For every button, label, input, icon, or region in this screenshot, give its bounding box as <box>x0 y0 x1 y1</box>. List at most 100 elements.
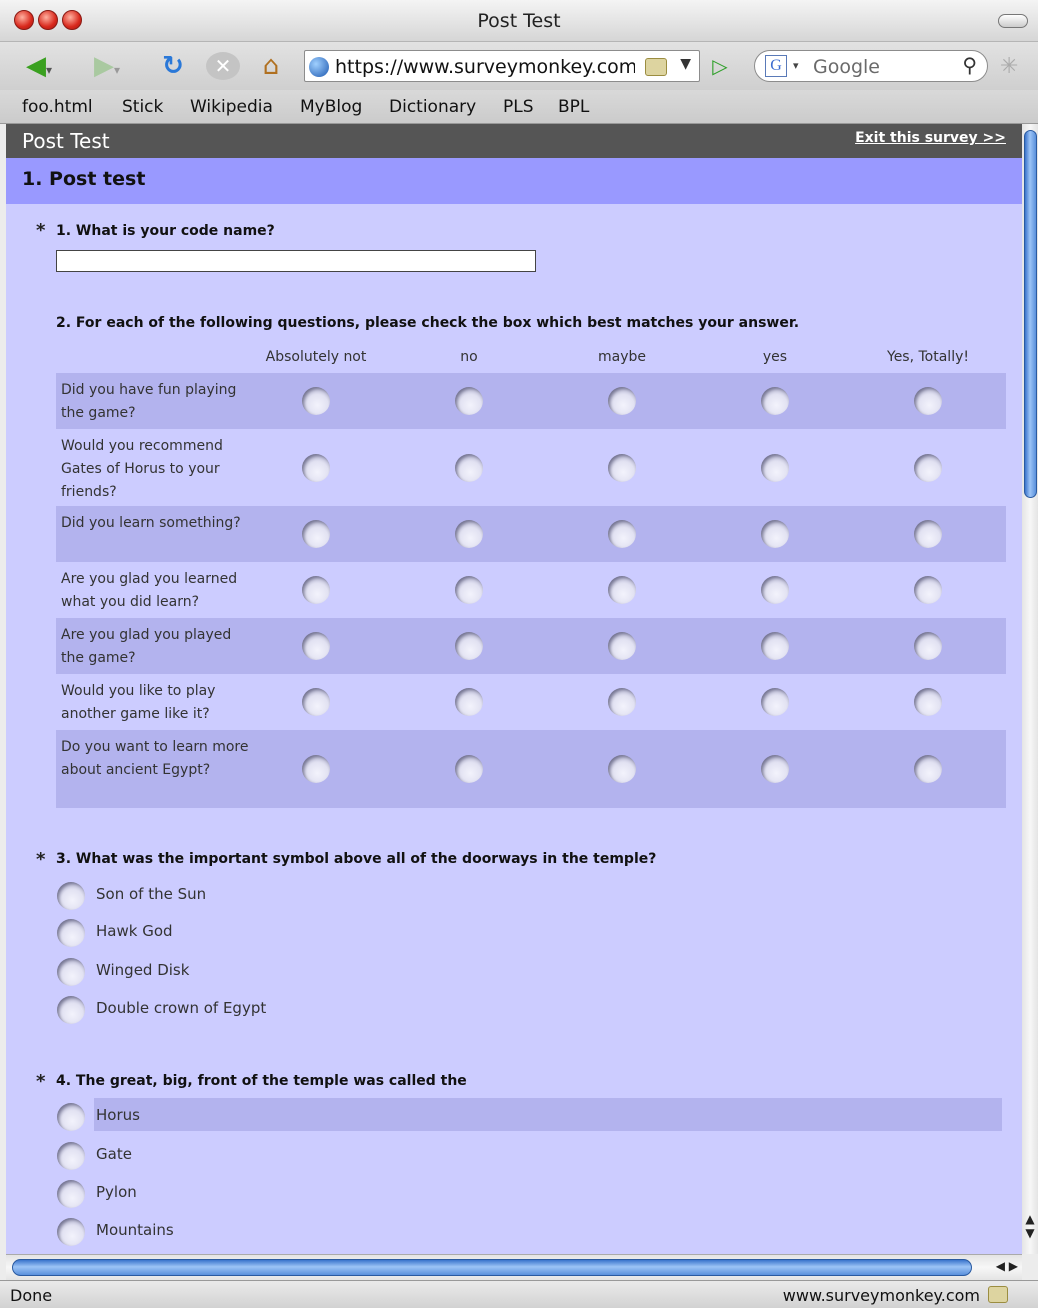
matrix-radio-button[interactable] <box>761 576 789 604</box>
matrix-radio-button[interactable] <box>608 453 636 482</box>
q3-option-label[interactable]: Son of the Sun <box>96 885 206 903</box>
survey-header: Post Test Exit this survey >> <box>6 124 1022 158</box>
lock-icon[interactable] <box>645 58 667 76</box>
bookmark-dictionary[interactable]: Dictionary <box>389 97 476 117</box>
q3-option-label[interactable]: Winged Disk <box>96 961 189 979</box>
matrix-radio-button[interactable] <box>761 632 789 660</box>
forward-arrow-icon[interactable]: ▶▾ <box>82 50 132 82</box>
q4-option-label[interactable]: Horus <box>96 1106 140 1124</box>
status-text: Done <box>10 1286 53 1305</box>
status-bar: Done www.surveymonkey.com <box>0 1280 1038 1308</box>
q4-option-label[interactable]: Pylon <box>96 1183 137 1201</box>
google-icon[interactable]: G <box>765 55 787 77</box>
back-arrow-icon[interactable]: ◀▾ <box>14 50 64 82</box>
toolbar-toggle-button[interactable] <box>998 14 1028 28</box>
q3-option-label[interactable]: Double crown of Egypt <box>96 999 266 1017</box>
matrix-radio-button[interactable] <box>608 387 636 415</box>
matrix-radio-button[interactable] <box>914 632 942 660</box>
matrix-radio-button[interactable] <box>761 387 789 415</box>
search-field[interactable]: G ▾ Google ⚲ <box>754 50 988 82</box>
q4-option-radio[interactable] <box>57 1180 85 1208</box>
matrix-radio-button[interactable] <box>608 520 636 548</box>
question-3-text: 3. What was the important symbol above a… <box>56 851 657 867</box>
url-dropdown-icon[interactable]: ▼ <box>680 56 691 72</box>
q3-option-label[interactable]: Hawk God <box>96 922 173 940</box>
matrix-radio-button[interactable] <box>302 387 330 415</box>
scroll-arrows-icon[interactable]: ▲ ▼ <box>1022 1212 1038 1240</box>
go-arrow-icon[interactable]: ▷ <box>706 54 734 78</box>
vertical-scroll-thumb[interactable] <box>1024 130 1037 498</box>
lock-icon[interactable] <box>988 1286 1008 1303</box>
q3-option-radio[interactable] <box>57 996 85 1024</box>
horizontal-scroll-arrows-icon[interactable]: ◀ ▶ <box>996 1259 1018 1273</box>
url-bar[interactable]: https://www.surveymonkey.com/s ▼ <box>304 50 700 82</box>
magnifier-icon[interactable]: ⚲ <box>962 53 977 77</box>
matrix-column-header: yes <box>762 349 788 365</box>
q4-option-radio[interactable] <box>57 1218 85 1246</box>
matrix-radio-button[interactable] <box>455 688 483 716</box>
url-text[interactable]: https://www.surveymonkey.com/s <box>335 56 635 78</box>
code-name-input[interactable] <box>56 250 536 272</box>
matrix-radio-button[interactable] <box>914 387 942 415</box>
q4-option-radio[interactable] <box>57 1142 85 1170</box>
matrix-row-label: Are you glad you learned what you did le… <box>61 571 238 610</box>
matrix-radio-button[interactable] <box>455 387 483 415</box>
bookmark-pls[interactable]: PLS <box>503 97 534 117</box>
matrix-radio-button[interactable] <box>302 632 330 660</box>
matrix-row: Would you like to play another game like… <box>56 674 1006 730</box>
stop-icon[interactable]: ✕ <box>206 52 240 80</box>
q3-option-radio[interactable] <box>57 919 85 947</box>
q4-option-radio[interactable] <box>57 1103 85 1131</box>
matrix-radio-button[interactable] <box>455 453 483 482</box>
matrix-radio-button[interactable] <box>608 688 636 716</box>
reload-icon[interactable]: ↻ <box>156 50 190 82</box>
survey-title: Post Test <box>22 129 110 153</box>
bookmark-stick[interactable]: Stick <box>122 97 163 117</box>
matrix-radio-button[interactable] <box>761 453 789 482</box>
matrix-row-label: Do you want to learn more about ancient … <box>61 739 249 778</box>
page-title: 1. Post test <box>22 168 146 190</box>
matrix-radio-button[interactable] <box>302 755 330 783</box>
matrix-radio-button[interactable] <box>302 520 330 548</box>
bookmark-wikipedia[interactable]: Wikipedia <box>190 97 273 117</box>
matrix-radio-button[interactable] <box>761 755 789 783</box>
matrix-radio-button[interactable] <box>302 576 330 604</box>
matrix-radio-button[interactable] <box>608 755 636 783</box>
matrix-radio-button[interactable] <box>302 688 330 716</box>
bookmark-myblog[interactable]: MyBlog <box>300 97 362 117</box>
spinner-icon: ✳ <box>1000 54 1019 79</box>
matrix-radio-button[interactable] <box>914 520 942 548</box>
matrix-radio-button[interactable] <box>455 755 483 783</box>
matrix-row: Are you glad you played the game? <box>56 618 1006 674</box>
matrix-radio-button[interactable] <box>761 688 789 716</box>
matrix-radio-button[interactable] <box>302 453 330 482</box>
matrix-radio-button[interactable] <box>608 632 636 660</box>
matrix-radio-button[interactable] <box>455 576 483 604</box>
matrix-radio-button[interactable] <box>914 688 942 716</box>
hovered-option-highlight <box>94 1098 1002 1131</box>
bookmark-foo[interactable]: foo.html <box>22 97 93 117</box>
matrix-radio-button[interactable] <box>914 576 942 604</box>
matrix-radio-button[interactable] <box>608 576 636 604</box>
search-engine-dropdown-icon[interactable]: ▾ <box>793 59 799 72</box>
bookmark-bpl[interactable]: BPL <box>558 97 589 117</box>
matrix-radio-button[interactable] <box>455 520 483 548</box>
question-4-text: 4. The great, big, front of the temple w… <box>56 1073 467 1089</box>
vertical-scrollbar[interactable] <box>1022 124 1038 1254</box>
home-icon[interactable]: ⌂ <box>254 50 288 82</box>
matrix-row: Did you learn something? <box>56 506 1006 562</box>
matrix-radio-button[interactable] <box>914 453 942 482</box>
q4-option-label[interactable]: Mountains <box>96 1221 174 1239</box>
matrix-radio-button[interactable] <box>455 632 483 660</box>
matrix-row: Do you want to learn more about ancient … <box>56 730 1006 808</box>
horizontal-scroll-thumb[interactable] <box>12 1259 972 1276</box>
q4-option-label[interactable]: Gate <box>96 1145 132 1163</box>
exit-survey-link[interactable]: Exit this survey >> <box>855 130 1006 146</box>
q3-option-radio[interactable] <box>57 882 85 910</box>
matrix-radio-button[interactable] <box>761 520 789 548</box>
horizontal-scrollbar[interactable]: ◀ ▶ <box>6 1254 1022 1280</box>
required-marker: * <box>36 849 46 870</box>
matrix-radio-button[interactable] <box>914 755 942 783</box>
search-placeholder[interactable]: Google <box>813 56 880 78</box>
q3-option-radio[interactable] <box>57 958 85 986</box>
